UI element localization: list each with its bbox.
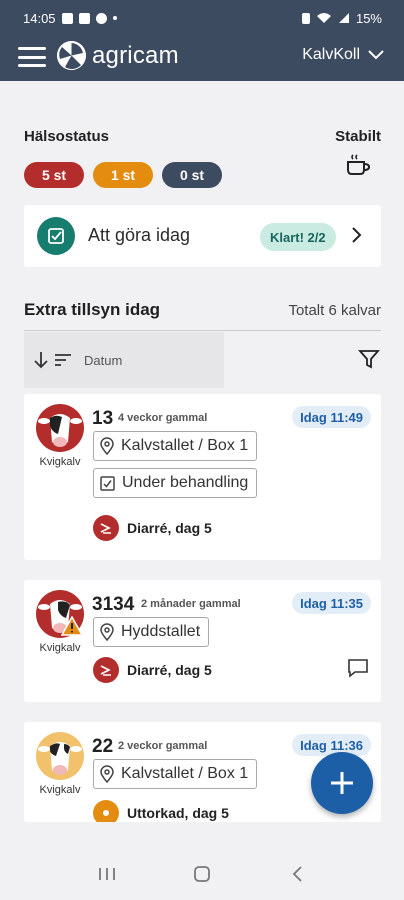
menu-button[interactable] <box>18 44 46 70</box>
calf-id: 3134 <box>92 594 135 615</box>
location-pin-icon <box>100 765 114 783</box>
signal-icon <box>338 13 349 23</box>
diagnosis-text: Diarré, dag 5 <box>127 662 212 678</box>
recent-apps-icon <box>99 868 116 880</box>
health-status-title: Hälsostatus <box>24 128 110 145</box>
warning-icon <box>61 616 83 636</box>
calf-id: 22 <box>92 736 114 757</box>
status-time: 14:05 <box>23 10 56 26</box>
diarrhea-icon <box>93 515 119 541</box>
calf-age: 2 veckor gammal <box>118 740 208 752</box>
location-chip: Kalvstallet / Box 1 <box>93 431 258 461</box>
app-bar: agricam KalvKoll <box>0 36 404 81</box>
sort-label: Datum <box>84 353 123 368</box>
treatment-text: Under behandling <box>122 474 249 491</box>
diagnosis: Diarré, dag 5 <box>93 657 212 683</box>
calf-card[interactable]: Kvigkalv 13 4 veckor gammal Idag 11:49 K… <box>24 394 381 560</box>
location-text: Kalvstallet / Box 1 <box>121 765 249 782</box>
checklist-icon <box>37 217 75 255</box>
battery-percent: 15% <box>355 10 382 26</box>
health-pill-orange[interactable]: 1 st <box>93 162 153 188</box>
todo-done-badge: Klart! 2/2 <box>260 223 336 251</box>
time-badge: Idag 11:35 <box>292 592 371 614</box>
back-button[interactable] <box>277 854 317 894</box>
stable-status: Stabilt <box>335 128 381 181</box>
diagnosis: Uttorkad, dag 5 <box>93 800 229 822</box>
todo-label: Att göra idag <box>88 225 191 245</box>
calf-age: 2 månader gammal <box>141 598 241 610</box>
diagnosis-text: Uttorkad, dag 5 <box>127 805 229 821</box>
calf-avatar <box>36 732 84 780</box>
location-text: Hyddstallet <box>121 623 201 640</box>
calf-card[interactable]: Kvigkalv 3134 2 månader gammal Idag 11:3… <box>24 580 381 702</box>
dehydration-icon <box>93 800 119 822</box>
chevron-right-icon <box>352 227 362 243</box>
plus-icon <box>331 772 353 794</box>
checkbox-icon <box>100 475 115 491</box>
location-pin-icon <box>100 623 114 641</box>
location-text: Kalvstallet / Box 1 <box>121 437 249 454</box>
logo-text: agricam <box>92 41 179 69</box>
extra-supervision-title: Extra tillsyn idag <box>24 300 161 319</box>
home-icon <box>194 866 210 882</box>
sort-arrow-icon <box>34 352 48 369</box>
health-pill-red[interactable]: 5 st <box>24 162 84 188</box>
sort-button[interactable]: Datum <box>24 332 224 388</box>
more-notifications-icon <box>112 16 117 20</box>
add-calf-button[interactable] <box>311 752 373 814</box>
diagnosis-text: Diarré, dag 5 <box>127 520 212 536</box>
menu-icon <box>18 47 46 50</box>
time-badge: Idag 11:49 <box>292 406 371 428</box>
divider <box>24 330 381 331</box>
location-pin-icon <box>100 437 114 455</box>
smiley-notification-icon <box>95 12 107 24</box>
home-button[interactable] <box>182 854 222 894</box>
calf-face-icon <box>38 742 82 775</box>
logo: agricam <box>57 41 179 70</box>
diagnosis: Diarré, dag 5 <box>93 515 212 541</box>
coffee-cup-icon <box>347 154 371 175</box>
calf-type: Kvigkalv <box>39 456 81 468</box>
chevron-down-icon <box>368 50 384 60</box>
calf-type: Kvigkalv <box>39 642 81 654</box>
treatment-chip: Under behandling <box>93 468 258 498</box>
farm-name: KalvKoll <box>302 46 360 63</box>
battery-saver-icon <box>301 12 310 24</box>
recent-apps-button[interactable] <box>87 854 127 894</box>
wifi-icon <box>316 13 331 23</box>
comment-icon[interactable] <box>347 658 369 678</box>
gallery-notification-icon <box>61 12 73 24</box>
calf-face-icon <box>38 414 82 447</box>
status-bar: 14:05 15% <box>0 0 404 36</box>
calf-avatar <box>36 404 84 452</box>
todo-today-card[interactable]: Att göra idag Klart! 2/2 <box>24 205 381 267</box>
clipboard-notification-icon <box>78 12 90 24</box>
calf-id: 13 <box>92 408 114 429</box>
system-nav-bar <box>0 848 404 900</box>
top-bar: 14:05 15% agricam KalvKoll <box>0 0 404 81</box>
back-icon <box>292 866 302 882</box>
stable-label: Stabilt <box>335 128 381 145</box>
calf-age: 4 veckor gammal <box>118 412 208 424</box>
filter-icon[interactable] <box>358 348 380 370</box>
calf-type: Kvigkalv <box>39 784 81 796</box>
farm-selector[interactable]: KalvKoll <box>302 46 384 64</box>
logo-icon <box>57 41 86 70</box>
sort-lines-icon <box>55 354 71 366</box>
diarrhea-icon <box>93 657 119 683</box>
extra-total-count: Totalt 6 kalvar <box>288 302 381 319</box>
health-pill-grey[interactable]: 0 st <box>162 162 222 188</box>
location-chip: Hyddstallet <box>93 617 210 647</box>
location-chip: Kalvstallet / Box 1 <box>93 759 258 789</box>
